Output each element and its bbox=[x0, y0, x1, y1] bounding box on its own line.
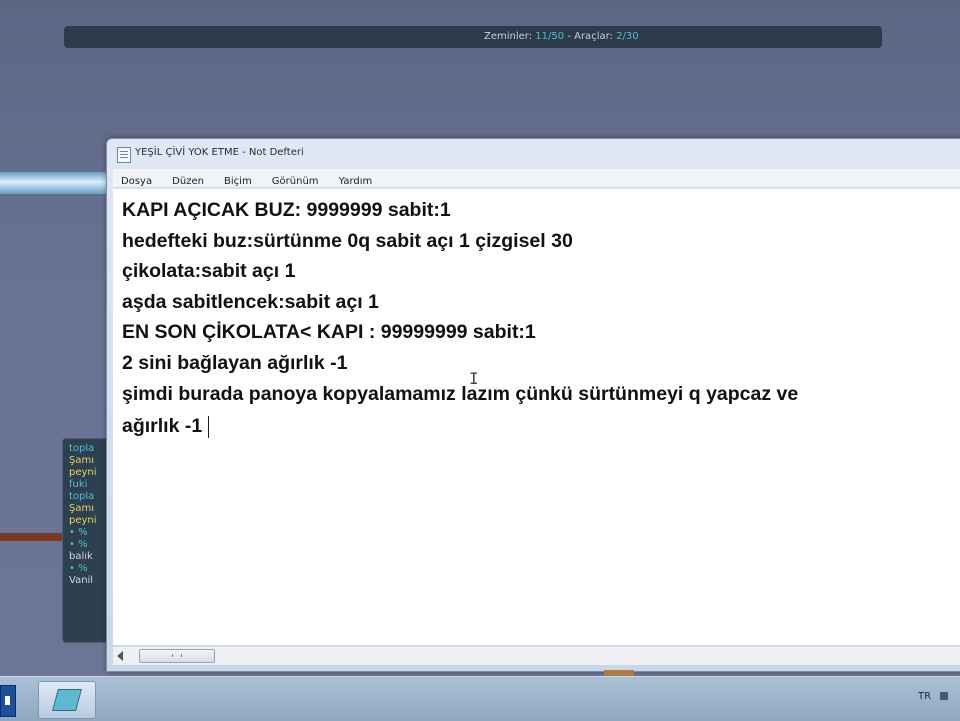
status-bar-text: Zeminler: 11/50 - Araçlar: 2/30 bbox=[484, 26, 639, 48]
status-separator: - bbox=[567, 31, 571, 42]
ibeam-cursor-icon: I bbox=[469, 369, 479, 388]
background-pipe bbox=[0, 172, 110, 194]
side-panel-line: • % bbox=[69, 539, 88, 550]
menu-item-duzen[interactable]: Düzen bbox=[164, 173, 211, 187]
araclar-label: Araçlar: bbox=[574, 31, 613, 42]
background-rope bbox=[0, 533, 66, 541]
text-line-7: şimdi burada panoya kopyalamamız lazım ç… bbox=[122, 383, 799, 405]
window-title: YEŞİL ÇİVİ YOK ETME - Not Defteri bbox=[135, 147, 304, 158]
araclar-value: 2/30 bbox=[616, 31, 639, 42]
zeminler-value: 11/50 bbox=[535, 31, 565, 42]
side-panel-line: fuki bbox=[69, 479, 88, 490]
tray-icon[interactable] bbox=[940, 692, 948, 700]
zeminler-label: Zeminler: bbox=[484, 31, 533, 42]
side-panel-line: topla bbox=[69, 443, 95, 454]
text-line-8: ağırlık -1 bbox=[122, 411, 210, 441]
text-editor[interactable]: KAPI AÇICAK BUZ: 9999999 sabit:1 hedefte… bbox=[113, 189, 960, 645]
side-panel-line: • % bbox=[69, 527, 88, 538]
side-panel-line: Şamı bbox=[69, 503, 94, 514]
language-indicator[interactable]: TR bbox=[918, 691, 931, 702]
scrollbar-thumb[interactable] bbox=[139, 649, 215, 663]
side-panel-line: peyni bbox=[69, 467, 97, 478]
text-line-5: EN SON ÇİKOLATA< KAPI : 99999999 sabit:1 bbox=[122, 321, 536, 343]
status-bar: Zeminler: 11/50 - Araçlar: 2/30 bbox=[64, 26, 882, 48]
text-line-4: aşda sabitlencek:sabit açı 1 bbox=[122, 291, 379, 313]
notepad-window[interactable]: YEŞİL ÇİVİ YOK ETME - Not Defteri Dosya … bbox=[106, 138, 960, 672]
menu-bar: Dosya Düzen Biçim Görünüm Yardım bbox=[113, 169, 960, 188]
menu-item-dosya[interactable]: Dosya bbox=[113, 173, 159, 187]
taskbar-notepad-button[interactable] bbox=[38, 681, 96, 719]
side-panel-line: balık bbox=[69, 551, 93, 562]
horizontal-scrollbar[interactable] bbox=[113, 646, 960, 665]
text-line-2: hedefteki buz:sürtünme 0q sabit açı 1 çi… bbox=[122, 230, 573, 252]
side-panel-line: Şamı bbox=[69, 455, 94, 466]
text-line-6: 2 sini bağlayan ağırlık -1 bbox=[122, 352, 348, 374]
taskbar: TR bbox=[0, 676, 960, 721]
start-button[interactable] bbox=[0, 685, 16, 717]
background-side-panel: topla Şamı peyni fuki topla Şamı peyni •… bbox=[62, 438, 112, 643]
menu-item-yardim[interactable]: Yardım bbox=[331, 173, 380, 187]
side-panel-line: • % bbox=[69, 563, 88, 574]
text-line-3: çikolata:sabit açı 1 bbox=[122, 260, 296, 282]
side-panel-line: topla bbox=[69, 491, 95, 502]
notepad-taskbar-icon bbox=[52, 689, 82, 711]
notepad-icon[interactable] bbox=[117, 147, 131, 163]
side-panel-line: Vanil bbox=[69, 575, 94, 586]
title-bar[interactable]: YEŞİL ÇİVİ YOK ETME - Not Defteri bbox=[107, 139, 960, 167]
menu-item-gorunum[interactable]: Görünüm bbox=[264, 173, 326, 187]
side-panel-line: peyni bbox=[69, 515, 97, 526]
text-line-8-content: ağırlık -1 bbox=[122, 415, 203, 437]
scroll-left-arrow-icon[interactable] bbox=[117, 651, 123, 661]
text-line-1: KAPI AÇICAK BUZ: 9999999 sabit:1 bbox=[122, 199, 451, 221]
text-caret bbox=[208, 415, 210, 438]
menu-item-bicim[interactable]: Biçim bbox=[216, 173, 259, 187]
